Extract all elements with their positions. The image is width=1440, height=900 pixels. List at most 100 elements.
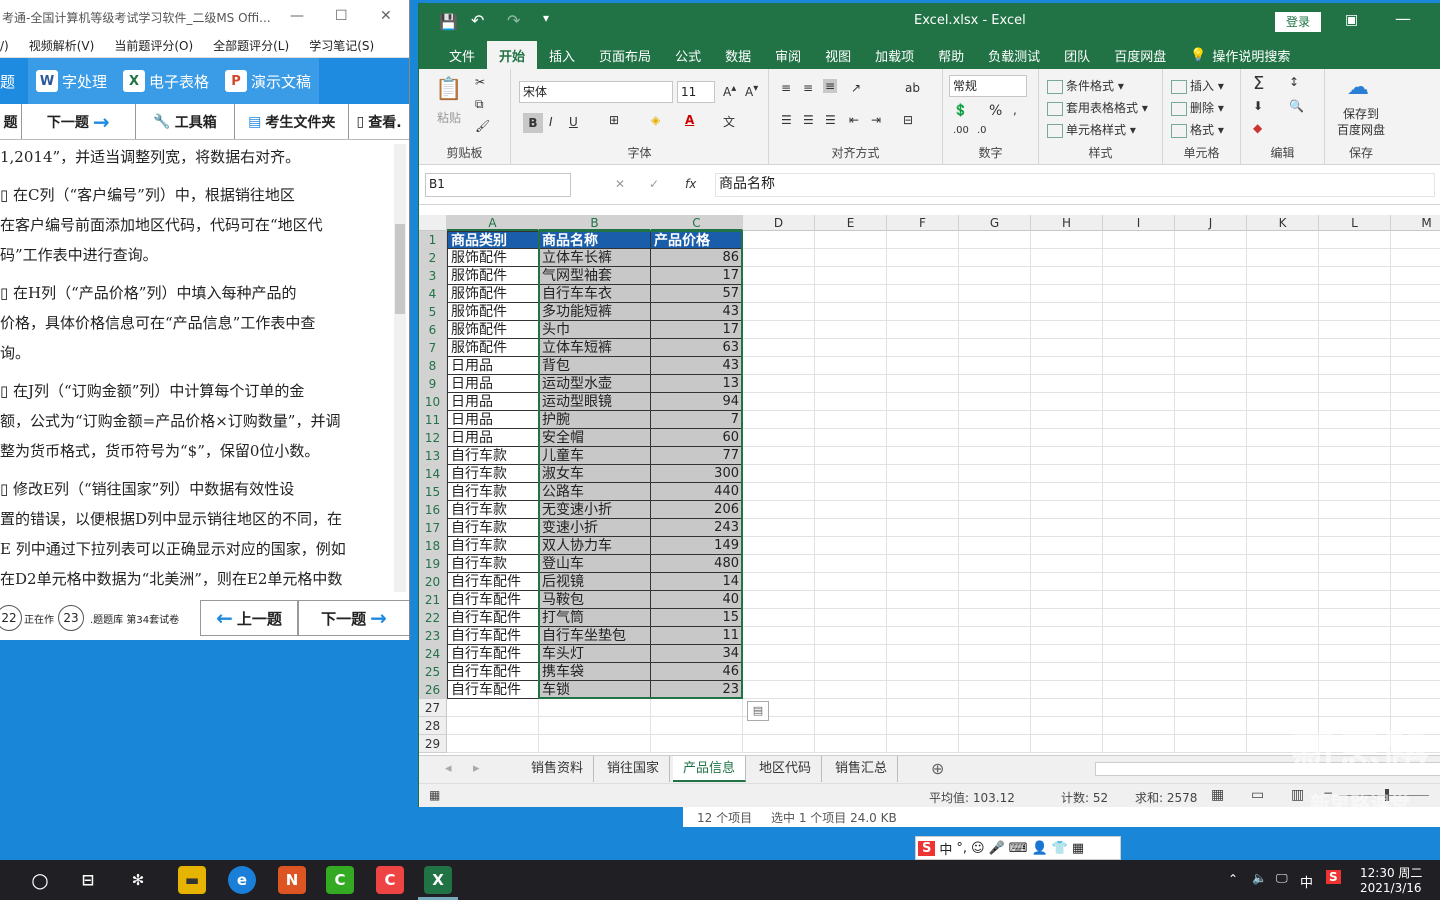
cut-icon[interactable]: ✂ <box>475 75 485 89</box>
row-header-27[interactable]: 27 <box>419 699 447 717</box>
task-view-icon[interactable]: ⊟ <box>74 866 102 894</box>
insert-button[interactable]: 插入 ▾ <box>1171 77 1224 94</box>
column-header-B[interactable]: B <box>539 215 651 231</box>
cell-C17[interactable]: 243 <box>651 519 743 537</box>
cell-C10[interactable]: 94 <box>651 393 743 411</box>
bold-button[interactable]: B <box>523 113 543 133</box>
cell-C1[interactable]: 产品价格 <box>651 231 743 249</box>
sheet-tab-sales[interactable]: 销售资料 <box>521 756 595 782</box>
cell-B10[interactable]: 运动型眼镜 <box>539 393 651 411</box>
cell-B25[interactable]: 携车袋 <box>539 663 651 681</box>
tray-sogou-icon[interactable]: S <box>1326 870 1341 884</box>
cell-B1[interactable]: 商品名称 <box>539 231 651 249</box>
find-icon[interactable]: 🔍 <box>1289 99 1304 113</box>
sheet-tab-region-codes[interactable]: 地区代码 <box>749 756 823 782</box>
row-header-3[interactable]: 3 <box>419 267 447 285</box>
sheet-tab-products[interactable]: 产品信息 <box>673 756 747 782</box>
cell-C25[interactable]: 46 <box>651 663 743 681</box>
cell-C9[interactable]: 13 <box>651 375 743 393</box>
cell-C23[interactable]: 11 <box>651 627 743 645</box>
sort-filter-icon[interactable]: ↕ <box>1289 75 1299 89</box>
merge-center-icon[interactable]: ⊟ <box>903 113 913 127</box>
app-n-icon[interactable]: N <box>278 866 306 894</box>
autosum-icon[interactable]: Σ <box>1253 73 1264 94</box>
cell-B20[interactable]: 后视镜 <box>539 573 651 591</box>
name-box[interactable]: B1 <box>425 173 571 197</box>
tab-formulas[interactable]: 公式 <box>663 41 713 69</box>
align-bottom-icon[interactable]: ≡ <box>823 79 838 93</box>
cell-C12[interactable]: 60 <box>651 429 743 447</box>
align-right-icon[interactable]: ☰ <box>825 113 836 127</box>
cell-A25[interactable]: 自行车配件 <box>447 663 539 681</box>
paste-icon[interactable]: 📋 <box>435 77 462 102</box>
column-header-C[interactable]: C <box>651 215 743 231</box>
sogou-icon[interactable]: S <box>918 840 936 856</box>
row-header-16[interactable]: 16 <box>419 501 447 519</box>
app-c-red-icon[interactable]: C <box>376 866 404 894</box>
cell-B23[interactable]: 自行车坐垫包 <box>539 627 651 645</box>
row-header-5[interactable]: 5 <box>419 303 447 321</box>
undo-icon[interactable]: ↶ <box>471 11 484 30</box>
user-icon[interactable]: 👤 <box>1032 841 1048 856</box>
cell-C6[interactable]: 17 <box>651 321 743 339</box>
volume-icon[interactable]: 🔈 <box>1252 871 1267 885</box>
tab-search[interactable]: 💡 操作说明搜索 <box>1178 41 1302 69</box>
comma-icon[interactable]: , <box>1013 103 1017 117</box>
save-icon[interactable]: 💾 <box>439 13 458 31</box>
tab-help[interactable]: 帮助 <box>926 41 976 69</box>
app-pinwheel-icon[interactable]: ✻ <box>124 866 152 894</box>
font-size-select[interactable]: 11 <box>677 81 715 103</box>
column-header-H[interactable]: H <box>1031 215 1103 231</box>
row-header-2[interactable]: 2 <box>419 249 447 267</box>
cell-B26[interactable]: 车锁 <box>539 681 651 699</box>
row-header-8[interactable]: 8 <box>419 357 447 375</box>
cell-C16[interactable]: 206 <box>651 501 743 519</box>
formula-input[interactable]: 商品名称 <box>715 173 1435 197</box>
column-header-E[interactable]: E <box>815 215 887 231</box>
row-header-29[interactable]: 29 <box>419 735 447 753</box>
column-header-K[interactable]: K <box>1247 215 1319 231</box>
excel-taskbar-icon[interactable]: X <box>424 866 452 894</box>
question-circle-a[interactable]: 22 <box>0 605 22 631</box>
cell-B22[interactable]: 打气筒 <box>539 609 651 627</box>
cell-A10[interactable]: 日用品 <box>447 393 539 411</box>
quick-analysis-icon[interactable]: ▤ <box>747 701 769 721</box>
tab-team[interactable]: 团队 <box>1052 41 1102 69</box>
search-circle-icon[interactable]: ○ <box>26 866 54 894</box>
mic-icon[interactable]: 🎤 <box>989 841 1005 856</box>
number-format-select[interactable]: 常规 <box>949 75 1027 97</box>
fill-icon[interactable]: ⬇ <box>1253 99 1263 113</box>
align-center-icon[interactable]: ☰ <box>803 113 814 127</box>
wrap-text-icon[interactable]: ab <box>905 81 920 95</box>
tool-question[interactable]: 题 <box>0 104 22 139</box>
customize-qat-icon[interactable]: ▾ <box>543 11 549 25</box>
cell-A4[interactable]: 服饰配件 <box>447 285 539 303</box>
cell-B12[interactable]: 安全帽 <box>539 429 651 447</box>
tray-expand-icon[interactable]: ⌃ <box>1228 872 1238 886</box>
cell-C26[interactable]: 23 <box>651 681 743 699</box>
tab-baidu[interactable]: 百度网盘 <box>1102 41 1178 69</box>
login-button[interactable]: 登录 <box>1275 12 1321 32</box>
cell-B2[interactable]: 立体车长裤 <box>539 249 651 267</box>
cell-A23[interactable]: 自行车配件 <box>447 627 539 645</box>
cell-A12[interactable]: 日用品 <box>447 429 539 447</box>
cell-B11[interactable]: 护腕 <box>539 411 651 429</box>
tab-home[interactable]: 开始 <box>487 41 538 69</box>
cell-A9[interactable]: 日用品 <box>447 375 539 393</box>
column-header-J[interactable]: J <box>1175 215 1247 231</box>
macro-icon[interactable]: ▦ <box>429 788 440 802</box>
tab-addins[interactable]: 加载项 <box>863 41 926 69</box>
increase-indent-icon[interactable]: ⇥ <box>871 113 881 127</box>
prev-question-button[interactable]: ← 上一题 <box>200 600 298 636</box>
column-header-I[interactable]: I <box>1103 215 1175 231</box>
minimize-icon[interactable]: — <box>1395 9 1411 28</box>
cell-B9[interactable]: 运动型水壶 <box>539 375 651 393</box>
tab-page-layout[interactable]: 页面布局 <box>587 41 663 69</box>
tab-view[interactable]: 视图 <box>813 41 863 69</box>
cell-B17[interactable]: 变速小折 <box>539 519 651 537</box>
view-button[interactable]: ▯ 查看. <box>349 104 409 139</box>
cell-A22[interactable]: 自行车配件 <box>447 609 539 627</box>
baidu-label[interactable]: 百度网盘 <box>1337 121 1385 138</box>
cell-A20[interactable]: 自行车配件 <box>447 573 539 591</box>
cell-A14[interactable]: 自行车款 <box>447 465 539 483</box>
